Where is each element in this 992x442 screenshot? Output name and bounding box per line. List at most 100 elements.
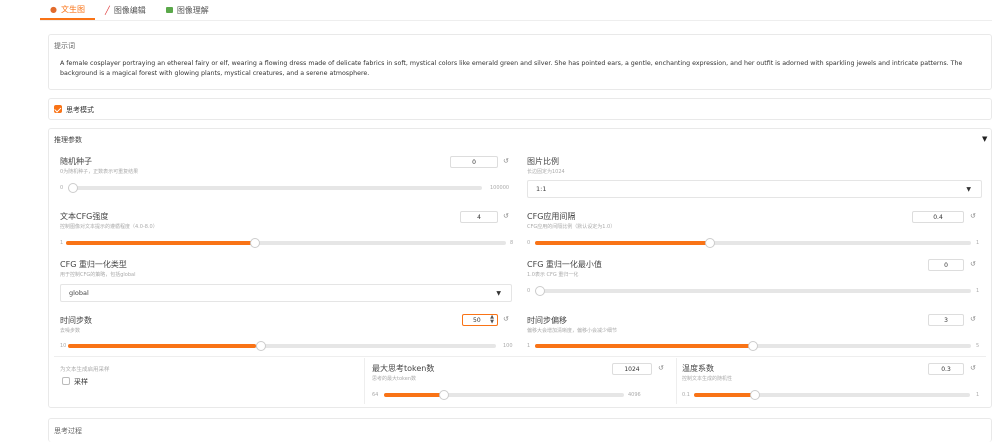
thinking-mode-checkbox[interactable] — [54, 105, 62, 113]
cfg-interval-slider-fill — [535, 241, 710, 245]
col-divider — [364, 358, 365, 404]
cfg-interval-desc: CFG应用的间隔比例（默认设定为1.0） — [527, 224, 616, 230]
row-divider — [54, 356, 986, 357]
temperature-slider-thumb[interactable] — [750, 390, 760, 400]
seed-slider[interactable] — [68, 183, 482, 193]
temperature-reset-icon[interactable]: ↺ — [970, 364, 976, 372]
steps-slider[interactable] — [68, 341, 496, 351]
seed-input[interactable]: 0 — [450, 156, 498, 168]
sampling-title: 为文本生成启用采样 — [60, 367, 110, 373]
cfg-interval-title: CFG应用间隔 — [527, 212, 576, 221]
thinking-process-label: 思考过程 — [54, 427, 82, 435]
cfg-norm-min-slider-thumb[interactable] — [535, 286, 545, 296]
text-cfg-input[interactable]: 4 — [460, 211, 498, 223]
cfg-norm-type-select[interactable]: global ▼ — [60, 284, 512, 302]
temperature-desc: 控制文本生成的随机性 — [682, 376, 733, 382]
text-cfg-slider[interactable] — [66, 238, 506, 248]
thinking-process-panel — [48, 418, 992, 442]
aspect-desc: 长边固定为1024 — [527, 169, 565, 175]
seed-min: 0 — [60, 185, 64, 191]
text-cfg-slider-fill — [66, 241, 256, 245]
max-tokens-max: 4096 — [628, 392, 641, 398]
shift-title: 时间步偏移 — [527, 316, 567, 325]
temperature-input[interactable]: 0.3 — [928, 363, 964, 375]
aspect-title: 图片比例 — [527, 157, 559, 166]
max-tokens-slider-thumb[interactable] — [439, 390, 449, 400]
tab-image-understanding[interactable]: 图像理解 — [156, 0, 219, 20]
cfg-interval-slider-thumb[interactable] — [705, 238, 715, 248]
steps-reset-icon[interactable]: ↺ — [503, 315, 509, 323]
tab-bar: ● 文生图 ╱ 图像编辑 图像理解 — [40, 0, 219, 20]
temperature-max: 1 — [976, 392, 980, 398]
seed-max: 100000 — [490, 185, 510, 191]
cfg-norm-min-reset-icon[interactable]: ↺ — [970, 260, 976, 268]
temperature-title: 温度系数 — [682, 364, 714, 373]
seed-slider-thumb[interactable] — [68, 183, 78, 193]
image-icon — [165, 7, 173, 13]
steps-min: 10 — [60, 343, 67, 349]
temperature-min: 0.1 — [682, 392, 690, 398]
prompt-label: 提示词 — [54, 42, 75, 50]
sampling-checkbox[interactable] — [62, 377, 70, 385]
spinner-icon[interactable]: ▲ ▼ — [490, 315, 494, 325]
cfg-interval-slider[interactable] — [535, 238, 971, 248]
shift-slider-thumb[interactable] — [748, 341, 758, 351]
seed-title: 随机种子 — [60, 157, 92, 166]
tab-text-to-image[interactable]: ● 文生图 — [40, 0, 95, 20]
col-divider — [676, 358, 677, 404]
max-tokens-min: 64 — [372, 392, 379, 398]
prompt-textarea[interactable]: A female cosplayer portraying an etherea… — [60, 59, 986, 79]
steps-desc: 去噪步数 — [60, 328, 81, 334]
cfg-interval-reset-icon[interactable]: ↺ — [970, 212, 976, 220]
text-cfg-min: 1 — [60, 240, 64, 246]
cfg-norm-min-input[interactable]: 0 — [928, 259, 964, 271]
tab-image-edit[interactable]: ╱ 图像编辑 — [95, 0, 156, 20]
cfg-norm-min-max: 1 — [976, 288, 980, 294]
sampling-label[interactable]: 采样 — [74, 377, 88, 387]
aspect-select[interactable]: 1:1 ▼ — [527, 180, 982, 198]
text-cfg-title: 文本CFG强度 — [60, 212, 109, 221]
max-tokens-reset-icon[interactable]: ↺ — [658, 364, 664, 372]
max-tokens-desc: 思考的最大token数 — [372, 376, 416, 382]
text-cfg-max: 8 — [510, 240, 514, 246]
max-tokens-title: 最大思考token数 — [372, 364, 435, 373]
cfg-norm-min-title: CFG 重归一化最小值 — [527, 260, 602, 269]
text-cfg-desc: 控制图像对文本提示的遵循程度（4.0-8.0） — [60, 224, 158, 230]
pencil-icon: ╱ — [104, 5, 110, 15]
palette-icon: ● — [50, 4, 57, 14]
temperature-slider[interactable] — [694, 390, 970, 400]
shift-min: 1 — [527, 343, 531, 349]
max-tokens-slider[interactable] — [384, 390, 624, 400]
cfg-norm-min-slider[interactable] — [535, 286, 971, 296]
params-panel — [48, 128, 992, 408]
max-tokens-input[interactable]: 1024 — [612, 363, 652, 375]
shift-input[interactable]: 3 — [928, 314, 964, 326]
cfg-interval-min: 0 — [527, 240, 531, 246]
shift-slider-fill — [535, 344, 753, 348]
cfg-interval-input[interactable]: 0.4 — [912, 211, 964, 223]
seed-desc: 0为随机种子，正数表示可重复结果 — [60, 169, 139, 175]
steps-slider-thumb[interactable] — [256, 341, 266, 351]
steps-title: 时间步数 — [60, 316, 92, 325]
shift-desc: 偏移大会增加清晰度，偏移小会减少细节 — [527, 328, 618, 334]
steps-max: 100 — [503, 343, 513, 349]
steps-slider-fill — [68, 344, 257, 348]
shift-slider[interactable] — [535, 341, 971, 351]
chevron-down-icon: ▼ — [966, 185, 971, 193]
thinking-mode-label[interactable]: 思考模式 — [66, 105, 94, 115]
cfg-norm-type-title: CFG 重归一化类型 — [60, 260, 127, 269]
collapse-triangle-icon[interactable]: ▼ — [982, 135, 987, 143]
params-label[interactable]: 推理参数 — [54, 135, 82, 145]
shift-reset-icon[interactable]: ↺ — [970, 315, 976, 323]
chevron-down-icon: ▼ — [496, 289, 501, 297]
text-cfg-slider-thumb[interactable] — [250, 238, 260, 248]
tab-divider — [40, 20, 992, 21]
cfg-norm-type-desc: 用于控制CFG的策略，包括global — [60, 272, 136, 278]
cfg-norm-min-min: 0 — [527, 288, 531, 294]
cfg-interval-max: 1 — [976, 240, 980, 246]
seed-reset-icon[interactable]: ↺ — [503, 157, 509, 165]
temperature-slider-fill — [694, 393, 755, 397]
steps-input[interactable]: 50 ▲ ▼ — [462, 314, 498, 326]
text-cfg-reset-icon[interactable]: ↺ — [503, 212, 509, 220]
thinking-mode-panel — [48, 98, 992, 120]
